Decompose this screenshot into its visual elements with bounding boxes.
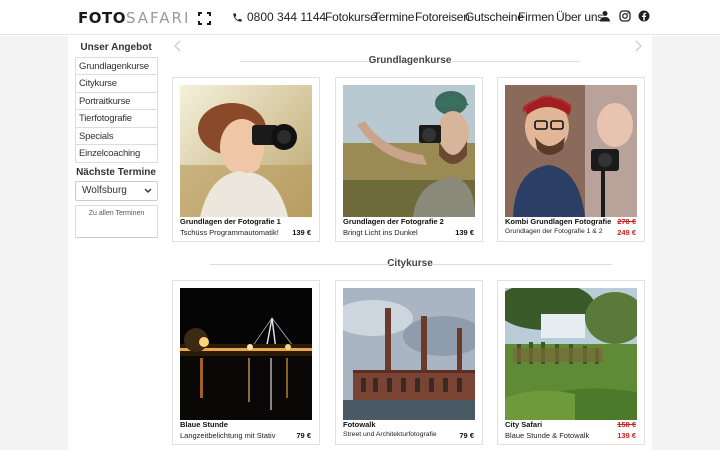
- all-dates-label: Zu allen Terminen: [88, 210, 145, 217]
- nav-gutscheine[interactable]: Gutscheine: [465, 10, 524, 24]
- course-price: 139 €: [617, 431, 636, 440]
- course-title: Grundlagen der Fotografie 2: [343, 217, 444, 226]
- course-subtitle: Langzeitbelichtung mit Stativ: [180, 431, 276, 440]
- course-subtitle: Grundlagen der Fotografie 1 & 2: [505, 228, 603, 235]
- sidebar-item-citykurse[interactable]: Citykurse: [76, 75, 157, 93]
- chevron-right-icon[interactable]: [632, 40, 644, 52]
- course-card[interactable]: Fotowalk Street und Architekturfotografi…: [335, 280, 483, 445]
- sidebar-item-grundlagenkurse[interactable]: Grundlagenkurse: [76, 58, 157, 76]
- city-select[interactable]: Wolfsburg: [75, 181, 158, 201]
- sidebar-item-tierfotografie[interactable]: Tierfotografie: [76, 110, 157, 128]
- course-title: Fotowalk: [343, 420, 376, 429]
- nav-ueber-uns[interactable]: Über uns: [556, 10, 603, 24]
- course-card[interactable]: Grundlagen der Fotografie 2 Bringt Licht…: [335, 77, 483, 242]
- course-image: [505, 288, 637, 420]
- instagram-icon[interactable]: [619, 10, 631, 22]
- course-card[interactable]: Blaue Stunde Langzeitbelichtung mit Stat…: [172, 280, 320, 445]
- course-price: 139 €: [455, 228, 474, 237]
- sidebar-title: Unser Angebot: [80, 42, 152, 53]
- site-header: FOTO SAFARI 0800 344 1144 Fotokurse Term…: [0, 0, 720, 35]
- section-title: Citykurse: [387, 258, 433, 269]
- sidebar-item-portraitkurse[interactable]: Portraitkurse: [76, 93, 157, 111]
- course-old-price: 158 €: [617, 420, 636, 429]
- course-subtitle: Blaue Stunde & Fotowalk: [505, 431, 590, 440]
- logo[interactable]: FOTO SAFARI: [78, 8, 212, 28]
- course-card[interactable]: City Safari 158 € Blaue Stunde & Fotowal…: [497, 280, 645, 445]
- course-old-price: 278 €: [617, 217, 636, 226]
- course-subtitle: Tschüss Programmautomatik!: [180, 228, 279, 237]
- course-title: Kombi Grundlagen Fotografie: [505, 217, 612, 226]
- course-subtitle: Bringt Licht ins Dunkel: [343, 228, 418, 237]
- course-card[interactable]: Kombi Grundlagen Fotografie 278 € Grundl…: [497, 77, 645, 242]
- nav-firmen[interactable]: Firmen: [518, 10, 554, 24]
- chevron-down-icon: [144, 188, 152, 193]
- sidebar-item-specials[interactable]: Specials: [76, 128, 157, 145]
- nav-fotokurse[interactable]: Fotokurse: [325, 10, 377, 24]
- course-title: City Safari: [505, 420, 543, 429]
- phone-icon: [233, 12, 242, 22]
- user-icon[interactable]: [599, 10, 611, 22]
- course-title: Blaue Stunde: [180, 420, 228, 429]
- course-title: Grundlagen der Fotografie 1: [180, 217, 281, 226]
- phone-link[interactable]: 0800 344 1144: [232, 10, 326, 24]
- section-heading-citykurse: Citykurse: [170, 258, 650, 269]
- course-image: [180, 85, 312, 217]
- course-image: [180, 288, 312, 420]
- course-price: 139 €: [292, 228, 311, 237]
- section-title: Grundlagenkurse: [368, 55, 452, 66]
- course-price: 249 €: [617, 228, 636, 237]
- all-dates-button[interactable]: Zu allen Terminen: [75, 205, 158, 238]
- course-price: 79 €: [296, 431, 311, 440]
- course-price: 79 €: [459, 431, 474, 440]
- dates-title: Nächste Termine: [76, 167, 156, 178]
- frame-icon: [198, 11, 212, 25]
- course-card[interactable]: Grundlagen der Fotografie 1 Tschüss Prog…: [172, 77, 320, 242]
- logo-bold-text: FOTO: [78, 9, 126, 27]
- chevron-left-icon[interactable]: [172, 40, 184, 52]
- nav-termine[interactable]: Termine: [373, 10, 414, 24]
- course-image: [343, 85, 475, 217]
- sidebar-menu: Grundlagenkurse Citykurse Portraitkurse …: [75, 57, 158, 164]
- course-image: [505, 85, 637, 217]
- course-subtitle: Street und Architekturfotografie: [343, 431, 437, 438]
- sidebar-item-einzelcoaching[interactable]: Einzelcoaching: [76, 145, 157, 162]
- nav-fotoreisen[interactable]: Fotoreisen: [415, 10, 470, 24]
- logo-light-text: SAFARI: [125, 9, 191, 27]
- facebook-icon[interactable]: [638, 10, 650, 22]
- phone-number: 0800 344 1144: [247, 10, 327, 24]
- city-select-value: Wolfsburg: [82, 185, 127, 196]
- course-image: [343, 288, 475, 420]
- section-heading-grundlagenkurse: Grundlagenkurse: [170, 55, 650, 66]
